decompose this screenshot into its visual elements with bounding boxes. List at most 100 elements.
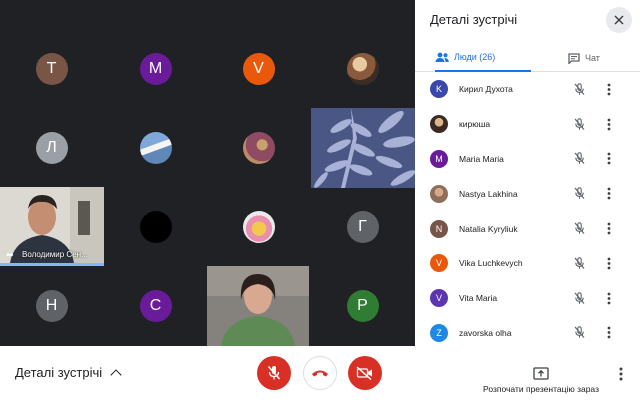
close-panel-button[interactable]	[606, 7, 632, 33]
participant-avatar: N	[430, 219, 448, 238]
meeting-details-label: Деталі зустрічі	[15, 365, 103, 380]
participant-mic-off-icon[interactable]	[573, 222, 585, 236]
camera-off-icon	[356, 366, 372, 380]
chevron-up-icon	[110, 368, 122, 381]
video-grid: T M V Л ••• Володимир Сен... Г H C P	[0, 0, 415, 346]
participant-more-icon[interactable]	[606, 187, 612, 201]
present-screen-icon	[533, 367, 549, 380]
microphone-toggle-button[interactable]	[257, 356, 291, 390]
people-icon	[435, 52, 449, 62]
participant-more-icon[interactable]	[606, 117, 612, 131]
participant-row[interactable]: M Maria Maria	[415, 142, 640, 177]
participant-name: Кирил Духота	[459, 84, 513, 95]
participant-more-icon[interactable]	[606, 222, 612, 236]
participant-photo-avatar	[242, 211, 275, 243]
leave-call-button[interactable]	[303, 356, 337, 390]
participant-tile[interactable]: P	[311, 266, 414, 346]
participant-avatar: T	[35, 53, 68, 85]
close-icon	[614, 15, 624, 25]
participant-avatar: H	[35, 290, 68, 322]
participant-mic-off-icon[interactable]	[573, 82, 585, 96]
chat-icon	[568, 52, 580, 64]
participant-row[interactable]: V Vika Luchkevych	[415, 246, 640, 281]
tab-chat[interactable]: Чат	[568, 44, 600, 72]
panel-tabs: Люди (26) Чат	[415, 44, 640, 72]
participant-avatar: C	[139, 290, 172, 322]
participant-photo-avatar	[430, 115, 448, 134]
participant-video-man[interactable]: ••• Володимир Сен...	[0, 187, 104, 266]
more-dots-indicator: •••	[6, 250, 14, 260]
meeting-details-button[interactable]: Деталі зустрічі	[15, 365, 122, 381]
participant-mic-off-icon[interactable]	[573, 187, 585, 201]
participant-blank-avatar	[139, 211, 172, 243]
participant-name-label: Володимир Сен...	[22, 250, 88, 259]
participant-row[interactable]: Nastya Lakhina	[415, 176, 640, 211]
participant-photo-avatar	[430, 184, 448, 203]
participant-more-icon[interactable]	[606, 152, 612, 166]
participant-row[interactable]: V Vita Maria	[415, 281, 640, 316]
participant-avatar: V	[430, 254, 448, 273]
participant-tile[interactable]	[207, 108, 310, 188]
participant-row[interactable]: K Кирил Духота	[415, 72, 640, 107]
participant-name: Vita Maria	[459, 293, 498, 304]
participant-tile[interactable]: Г	[311, 187, 414, 267]
participant-more-icon[interactable]	[606, 256, 612, 270]
participant-avatar: Л	[35, 132, 68, 164]
participant-avatar: V	[242, 53, 275, 85]
participant-row[interactable]: Zzavorska olha	[415, 316, 640, 346]
participant-row[interactable]: N Natalia Kyryliuk	[415, 211, 640, 246]
participant-avatar: Г	[346, 211, 379, 243]
participant-tile[interactable]	[311, 29, 414, 109]
participant-avatar: M	[139, 53, 172, 85]
fern-image	[311, 108, 415, 188]
participant-photo-avatar	[139, 132, 172, 164]
participant-avatar: P	[346, 290, 379, 322]
participant-avatar: M	[430, 149, 448, 168]
participant-more-icon[interactable]	[606, 326, 612, 340]
camera-toggle-button[interactable]	[348, 356, 382, 390]
participant-list: K Кирил Духота кирюша M Maria Maria Nastya La…	[415, 72, 640, 346]
call-controls-bar: Деталі зустрічі Розпочати презентацію за…	[0, 346, 640, 400]
participant-name: кирюша	[459, 119, 491, 130]
participant-mic-off-icon[interactable]	[573, 291, 585, 305]
participant-photo-avatar	[346, 53, 379, 85]
participant-name: Nastya Lakhina	[459, 188, 518, 199]
participant-avatar: V	[430, 289, 448, 308]
participant-more-icon[interactable]	[606, 291, 612, 305]
participant-mic-off-icon[interactable]	[573, 117, 585, 131]
participant-avatar: K	[430, 80, 448, 99]
present-now-label: Розпочати презентацію зараз	[483, 384, 599, 394]
phone-hangup-icon	[312, 370, 328, 377]
participant-tile[interactable]: V	[207, 29, 310, 109]
participant-tile[interactable]: H	[0, 266, 103, 346]
participant-tile[interactable]: M	[104, 29, 207, 109]
participant-more-icon[interactable]	[606, 82, 612, 96]
mic-off-icon	[267, 366, 281, 380]
participant-tile[interactable]	[207, 187, 310, 267]
participant-avatar: Z	[430, 323, 448, 342]
participant-tile[interactable]	[104, 108, 207, 188]
woman-video-image	[207, 266, 309, 346]
participant-tile[interactable]: T	[0, 29, 103, 109]
tab-people[interactable]: Люди (26)	[435, 44, 531, 72]
participant-row[interactable]: кирюша	[415, 107, 640, 142]
participant-mic-off-icon[interactable]	[573, 326, 585, 340]
meet-window: T M V Л ••• Володимир Сен... Г H C P Дет…	[0, 0, 640, 400]
meeting-details-panel: Деталі зустрічі Люди (26) Чат K Кирил Ду…	[415, 0, 640, 346]
participant-video-fern[interactable]	[311, 108, 415, 188]
participant-photo-avatar	[242, 132, 275, 164]
participant-video-woman[interactable]	[207, 266, 309, 346]
participant-name: Maria Maria	[459, 153, 504, 164]
tab-people-label: Люди (26)	[454, 52, 496, 62]
participant-tile[interactable]: C	[104, 266, 207, 346]
participant-name: Vika Luchkevych	[459, 258, 523, 269]
panel-title: Деталі зустрічі	[430, 12, 518, 27]
participant-tile[interactable]	[104, 187, 207, 267]
more-options-button[interactable]	[612, 363, 630, 385]
present-now-button[interactable]: Розпочати презентацію зараз	[478, 356, 604, 394]
more-vert-icon	[619, 367, 623, 381]
participant-mic-off-icon[interactable]	[573, 152, 585, 166]
participant-name: Natalia Kyryliuk	[459, 223, 518, 234]
participant-mic-off-icon[interactable]	[573, 256, 585, 270]
participant-tile[interactable]: Л	[0, 108, 103, 188]
